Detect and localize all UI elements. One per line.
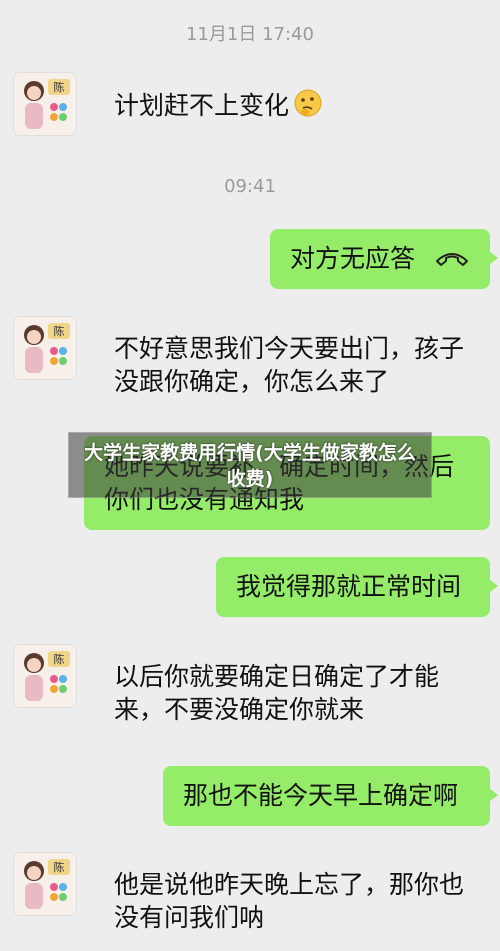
message-bubble-received[interactable]: 他是说他昨天晚上忘了，那你也没有问我们呐 <box>114 866 489 951</box>
avatar-badge: 陈 <box>54 324 65 338</box>
message-bubble-received[interactable]: 计划赶不上变化 <box>114 84 474 143</box>
avatar-image: 陈 <box>14 73 76 135</box>
timestamp: 09:41 <box>224 176 276 197</box>
call-record-bubble[interactable]: 对方无应答 <box>270 229 498 289</box>
message-text: 他是说他昨天晚上忘了，那你也没有问我们呐 <box>114 870 465 932</box>
message-bubble-sent[interactable]: 我觉得那就正常时间 <box>216 557 498 617</box>
avatar-image: 陈 <box>14 853 76 915</box>
message-text: 不好意思我们今天要出门，孩子没跟你确定，你怎么来了 <box>114 334 465 396</box>
message-text: 对方无应答 <box>290 244 416 273</box>
thinking-emoji-icon <box>293 88 323 126</box>
overlay-title-banner: 大学生家教费用行情(大学生做家教怎么收费) <box>68 432 432 498</box>
contact-avatar[interactable]: 陈 <box>14 73 76 135</box>
message-text: 以后你就要确定日确定了才能来，不要没确定你就来 <box>114 662 440 724</box>
contact-avatar[interactable]: 陈 <box>14 645 76 707</box>
message-bubble-received[interactable]: 不好意思我们今天要出门，孩子没跟你确定，你怎么来了 <box>114 330 489 415</box>
avatar-image: 陈 <box>14 317 76 379</box>
avatar-badge: 陈 <box>54 860 65 874</box>
message-text: 那也不能今天早上确定啊 <box>183 781 459 810</box>
message-bubble-received[interactable]: 以后你就要确定日确定了才能来，不要没确定你就来 <box>114 658 474 743</box>
avatar-badge: 陈 <box>54 80 65 94</box>
call-ended-icon <box>435 244 469 277</box>
chat-area: 11月1日 17:40 陈 计划赶不上变化 09:41 对方无应答 陈 不好意思… <box>0 0 500 932</box>
avatar-image: 陈 <box>14 645 76 707</box>
avatar-badge: 陈 <box>54 652 65 666</box>
message-bubble-sent[interactable]: 那也不能今天早上确定啊 <box>163 766 498 826</box>
message-text: 我觉得那就正常时间 <box>236 572 462 601</box>
message-text: 计划赶不上变化 <box>114 91 290 120</box>
contact-avatar[interactable]: 陈 <box>14 853 76 915</box>
timestamp: 11月1日 17:40 <box>186 24 314 45</box>
contact-avatar[interactable]: 陈 <box>14 317 76 379</box>
